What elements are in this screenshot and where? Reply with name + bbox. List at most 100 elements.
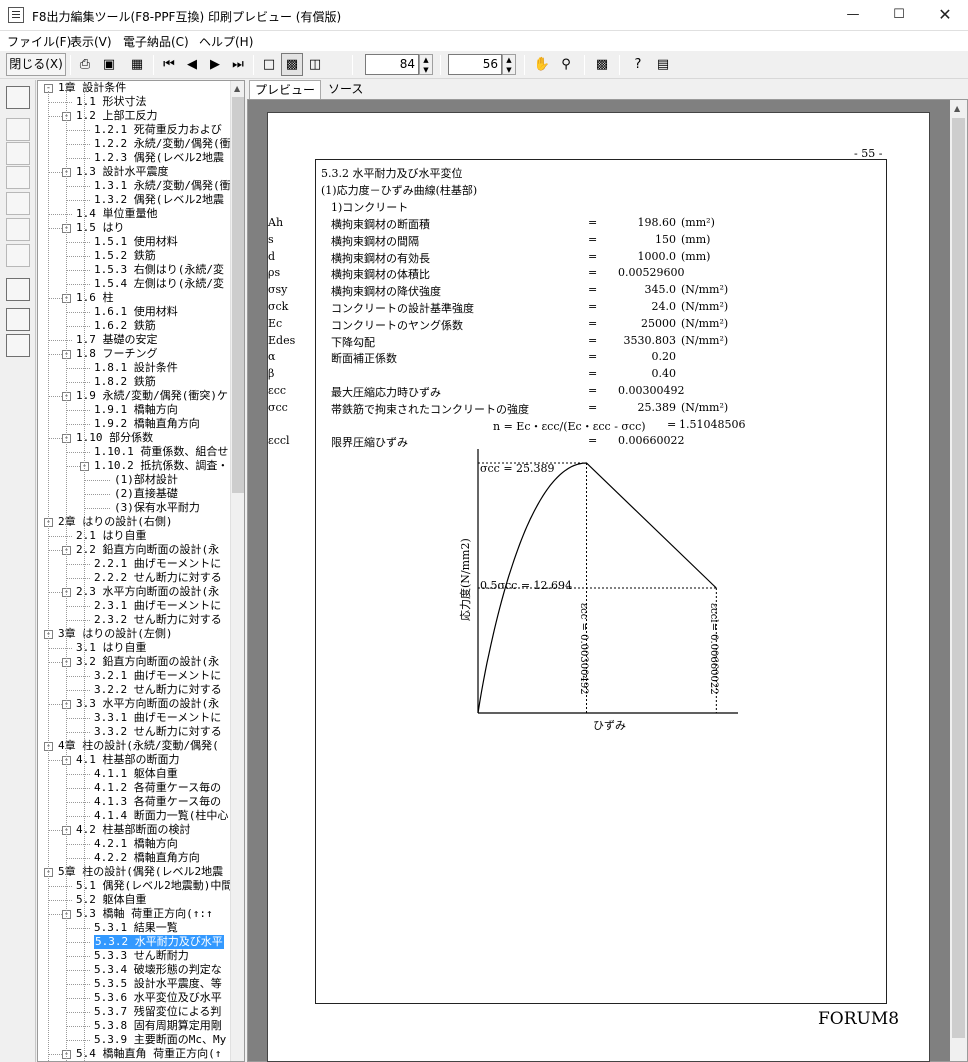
tree-item-label: 2.2.1 曲げモーメントに bbox=[94, 557, 222, 570]
print-icon[interactable]: ⎙ bbox=[74, 53, 96, 76]
tree-scrollbar[interactable]: ▲ bbox=[230, 81, 244, 1061]
side-toolbar bbox=[0, 80, 36, 1062]
menu-electronic-delivery[interactable]: 電子納品(C) bbox=[123, 33, 189, 50]
tab-source[interactable]: ソース bbox=[323, 80, 368, 100]
first-page-icon[interactable]: ⏮ bbox=[158, 53, 180, 76]
tool-icon-3[interactable] bbox=[6, 142, 30, 165]
half-stress-label: 0.5σcc = 12.694 bbox=[480, 579, 572, 592]
tool-icon-2[interactable] bbox=[6, 118, 30, 141]
param-equals: = bbox=[588, 283, 598, 297]
tool-icon-7[interactable] bbox=[6, 244, 30, 267]
maximize-button[interactable]: ☐ bbox=[876, 0, 922, 31]
tree-item-label: (1)部材設計 bbox=[114, 473, 178, 486]
param-symbol: Edes bbox=[268, 333, 296, 347]
window-title: F8出力編集ツール(F8-PPF互換) 印刷プレビュー (有償版) bbox=[32, 10, 342, 24]
tree-item-label: 2章 はりの設計(右側) bbox=[58, 515, 173, 528]
tree-item-label: 5.1 偶発(レベル2地震動)中間 bbox=[76, 879, 230, 892]
tree-item-label: 1章 設計条件 bbox=[58, 81, 127, 94]
param-equals: = bbox=[588, 333, 598, 347]
menu-help[interactable]: ヘルプ(H) bbox=[199, 33, 253, 50]
last-page-icon[interactable]: ⏭ bbox=[227, 53, 249, 76]
tree-item-label: (3)保有水平耐力 bbox=[114, 501, 200, 514]
tree-item-label: 4.1.3 各荷重ケース毎の bbox=[94, 795, 222, 808]
page-spinner[interactable]: ▲ ▼ bbox=[502, 54, 516, 75]
tree-item-label: 1.10 部分係数 bbox=[76, 431, 154, 444]
param-equals: = bbox=[588, 384, 598, 397]
tree-item-label: 5.3.6 水平変位及び水平 bbox=[94, 991, 222, 1004]
tree-item-label: 1.9.2 橋軸直角方向 bbox=[94, 417, 200, 430]
eccl-label: εccl= 0.00660022 bbox=[708, 603, 719, 695]
x-axis-label: ひずみ bbox=[593, 719, 626, 732]
tree-item-label: 1.2 上部工反力 bbox=[76, 109, 158, 122]
tree-item-label: 3.1 はり自重 bbox=[76, 641, 147, 654]
export-icon[interactable]: ▦ bbox=[126, 53, 148, 76]
peak-stress-label: σcc = 25.389 bbox=[480, 462, 555, 475]
close-window-button[interactable]: ✕ bbox=[922, 0, 968, 31]
tool-icon-4[interactable] bbox=[6, 166, 30, 189]
single-page-icon[interactable]: □ bbox=[258, 53, 280, 76]
tree-item-label: 1.3.1 永続/変動/偶発(衝 bbox=[94, 179, 230, 192]
tree-item-label: 5.3.5 設計水平震度、等 bbox=[94, 977, 222, 990]
param-symbol: ρs bbox=[268, 266, 281, 280]
view-tabs: プレビュー ソース bbox=[247, 80, 968, 100]
menu-view[interactable]: 表示(V) bbox=[70, 33, 112, 50]
tree-item-label: 3.2.1 曲げモーメントに bbox=[94, 669, 222, 682]
tool-icon-8[interactable] bbox=[6, 278, 30, 301]
zoom-spinner[interactable]: ▲ ▼ bbox=[419, 54, 433, 75]
tab-preview[interactable]: プレビュー bbox=[249, 80, 322, 100]
toolbar: 閉じる(X) ⎙ ▣ ▦ ⏮ ◀ ▶ ⏭ □ ▩ ◫ 84 ▲ ▼ 56 ▲ ▼ ✋… bbox=[0, 51, 968, 79]
param-unit: (N/mm²) bbox=[681, 300, 729, 313]
tool-icon-9[interactable] bbox=[6, 308, 30, 331]
param-symbol: Ah bbox=[268, 216, 284, 229]
tree-item-label: 3.2.2 せん断力に対する bbox=[94, 683, 222, 696]
tree-item-label: 5.3.1 結果一覧 bbox=[94, 921, 178, 934]
tree-item-label: 2.2 鉛直方向断面の設計(永 bbox=[76, 543, 220, 556]
tree-item-label: 1.5.3 右側はり(永続/変 bbox=[94, 263, 224, 276]
two-page-icon[interactable]: ◫ bbox=[304, 53, 326, 76]
param-unit: (N/mm²) bbox=[681, 333, 729, 347]
tree-item-label: 5.3.7 残留変位による判 bbox=[94, 1005, 222, 1018]
tool-icon-10[interactable] bbox=[6, 334, 30, 357]
tree-item-label: 3.3 水平方向断面の設計(永 bbox=[76, 697, 220, 710]
tree-item-label: 3.2 鉛直方向断面の設計(永 bbox=[76, 655, 220, 668]
tool-icon-5[interactable] bbox=[6, 192, 30, 215]
help-icon[interactable]: ? bbox=[627, 53, 649, 76]
magnifier-icon[interactable]: ⚲ bbox=[555, 53, 577, 76]
tree-item-label: 1.5.4 左側はり(永続/変 bbox=[94, 277, 224, 290]
tree-item-label: 1.6.2 鉄筋 bbox=[94, 319, 156, 332]
page-width-icon[interactable]: ▩ bbox=[281, 53, 303, 76]
tree-item-label: 1.6 柱 bbox=[76, 291, 114, 304]
edit-pencil-icon[interactable] bbox=[6, 86, 30, 109]
app-icon bbox=[8, 7, 24, 23]
tree-scrollbar-thumb[interactable] bbox=[232, 97, 244, 493]
tree-item-label: 5.2 躯体自重 bbox=[76, 893, 147, 906]
info-icon[interactable]: ▤ bbox=[652, 53, 674, 76]
tool-icon-6[interactable] bbox=[6, 218, 30, 241]
page-input[interactable]: 56 bbox=[448, 54, 502, 75]
param-equals: = bbox=[588, 300, 598, 313]
param-unit: (mm) bbox=[681, 232, 711, 246]
tree-item-label: 1.2.1 死荷重反力および bbox=[94, 123, 222, 136]
prev-page-icon[interactable]: ◀ bbox=[181, 53, 203, 76]
menu-file[interactable]: ファイル(F) bbox=[7, 33, 71, 50]
param-symbol: σcc bbox=[268, 400, 288, 414]
y-axis-label: 応力度(N/mm2) bbox=[458, 538, 472, 621]
viewer-scrollbar-thumb[interactable] bbox=[952, 118, 965, 1038]
viewer-scrollbar[interactable]: ▲ bbox=[950, 100, 967, 1061]
hand-icon[interactable]: ✋ bbox=[531, 53, 553, 76]
close-preview-button[interactable]: 閉じる(X) bbox=[6, 53, 66, 76]
item-heading: 1)コンクリート bbox=[331, 201, 409, 214]
save-icon[interactable]: ▣ bbox=[98, 53, 120, 76]
param-unit: (N/mm²) bbox=[681, 400, 729, 414]
fit-icon[interactable]: ▩ bbox=[591, 53, 613, 76]
tree-item-label: 1.8 フーチング bbox=[76, 347, 158, 360]
minimize-button[interactable]: — bbox=[830, 0, 876, 31]
tree-item-label: 4.1 柱基部の断面力 bbox=[76, 753, 180, 766]
tree-item-label: 5.3.8 固有周期算定用剛 bbox=[94, 1019, 222, 1032]
param-value: 150 bbox=[655, 232, 676, 246]
tree-item-label: 1.8.1 設計条件 bbox=[94, 361, 178, 374]
next-page-icon[interactable]: ▶ bbox=[204, 53, 226, 76]
zoom-input[interactable]: 84 bbox=[365, 54, 419, 75]
outline-tree[interactable]: -1章 設計条件 1.1 形状寸法 -1.2 上部工反力 1.2.1 死荷重反力および… bbox=[38, 81, 230, 1061]
tree-item-label: 4.1.4 断面力一覧(柱中心 bbox=[94, 809, 229, 822]
